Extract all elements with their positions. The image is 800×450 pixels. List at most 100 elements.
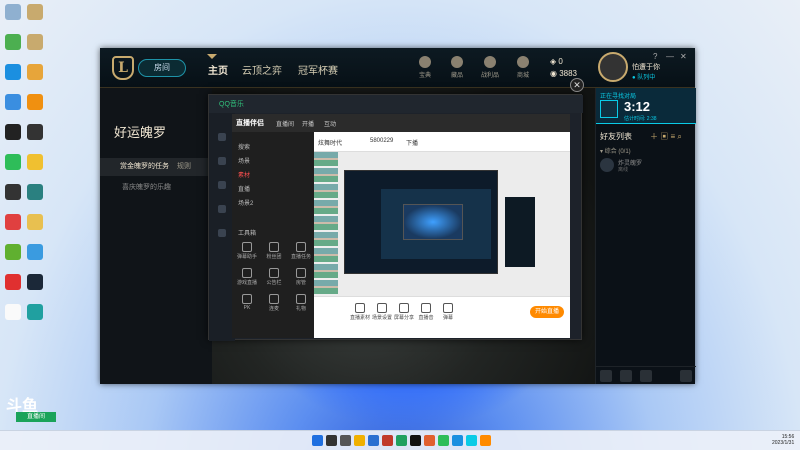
live-nav-room[interactable]: 直播间 xyxy=(276,119,294,128)
stream-preview[interactable] xyxy=(344,170,535,274)
tool-label: 公告栏 xyxy=(266,280,282,286)
event-item-festive[interactable]: 喜庆魄罗的乐趣 xyxy=(122,182,171,192)
tab-tft[interactable]: 云顶之弈 xyxy=(242,62,282,77)
event-rules-link[interactable]: 规则 xyxy=(177,163,191,170)
play-button[interactable]: 房间 xyxy=(138,59,186,77)
live-tab[interactable]: 炫舞时代 xyxy=(318,138,342,147)
loot-button[interactable]: 战利品 xyxy=(478,56,502,79)
footer-button[interactable]: 场景设置 xyxy=(370,303,394,321)
tool-button[interactable]: PK xyxy=(234,294,260,311)
desktop-icon[interactable] xyxy=(22,244,48,260)
close-icon[interactable]: ✕ xyxy=(570,78,584,92)
taskbar-app-icon[interactable] xyxy=(382,435,393,446)
friend-list-item[interactable]: 炸灵魄罗 离线 xyxy=(600,158,692,176)
live-logo: 直播伴侣 xyxy=(236,120,264,127)
footer-button[interactable]: 屏幕分享 xyxy=(392,303,416,321)
live-tab[interactable]: 5800229 xyxy=(370,138,393,144)
desktop-icon[interactable] xyxy=(22,214,48,230)
live-header: 直播伴侣 直播间 开播 互动 xyxy=(232,114,570,132)
league-logo-icon[interactable]: L xyxy=(112,56,134,80)
live-left-item[interactable]: 场景 xyxy=(238,156,250,165)
live-footer: 开始直播 直播素材 场景设置 屏幕分享 直播音 弹幕 xyxy=(314,296,570,338)
tab-home[interactable]: 主页 xyxy=(208,62,228,77)
desktop-icon[interactable] xyxy=(22,94,48,110)
add-friend-icon[interactable]: ＋ ▣ ≡ ⌕ xyxy=(650,131,682,142)
library-icon[interactable] xyxy=(218,229,226,237)
music-icon[interactable] xyxy=(218,157,226,165)
app-icon xyxy=(5,214,21,230)
start-live-button[interactable]: 开始直播 xyxy=(530,306,564,318)
footer-button[interactable]: 弹幕 xyxy=(436,303,460,321)
taskbar-app-icon[interactable] xyxy=(340,435,351,446)
chat-icon[interactable] xyxy=(600,370,612,382)
taskbar-app-icon[interactable] xyxy=(368,435,379,446)
tool-button[interactable]: 游戏直播 xyxy=(234,268,260,286)
collection-label: 藏品 xyxy=(450,73,463,79)
friends-group-general[interactable]: ▾ 综合 (0/1) xyxy=(600,146,631,155)
tool-button[interactable]: 弹幕助手 xyxy=(234,242,260,260)
taskbar-app-icon[interactable] xyxy=(438,435,449,446)
taskbar-app-icon[interactable] xyxy=(466,435,477,446)
voice-icon[interactable] xyxy=(640,370,652,382)
live-left-item[interactable]: 直播 xyxy=(238,184,250,193)
tool-button[interactable]: 粉丝团 xyxy=(261,242,287,260)
radio-icon[interactable] xyxy=(218,205,226,213)
desktop-icon[interactable] xyxy=(22,154,48,170)
tool-icon xyxy=(242,242,252,252)
scene-thumbnails[interactable] xyxy=(314,152,338,296)
live-left-item[interactable]: 场景2 xyxy=(238,198,253,207)
desktop-icon[interactable] xyxy=(22,124,48,140)
rp-balance[interactable]: ◈ 0 xyxy=(550,57,563,66)
desktop-icon[interactable] xyxy=(22,304,48,320)
missions-icon[interactable] xyxy=(620,370,632,382)
minimize-button[interactable]: — xyxy=(666,52,674,61)
tool-button[interactable]: 直播任务 xyxy=(288,242,314,260)
queue-status[interactable]: 正在寻找对局 3:12 估计时间: 2:38 xyxy=(596,88,696,124)
event-title: 好运魄罗 xyxy=(114,125,167,140)
close-button[interactable]: ✕ xyxy=(680,52,687,61)
collection-button[interactable]: 藏品 xyxy=(445,56,469,79)
report-icon[interactable] xyxy=(680,370,692,382)
tool-button[interactable]: 连麦 xyxy=(261,294,287,312)
avatar[interactable] xyxy=(598,52,628,82)
taskbar-clock[interactable]: 15:56 2023/1/31 xyxy=(772,434,794,446)
footer-icon xyxy=(399,303,409,313)
tool-button[interactable]: 公告栏 xyxy=(261,268,287,286)
be-balance[interactable]: ◉ 3883 xyxy=(550,69,577,78)
desktop-icon[interactable] xyxy=(22,274,48,290)
live-tab[interactable]: 下播 xyxy=(406,138,418,147)
taskbar-app-icon[interactable] xyxy=(312,435,323,446)
taskbar-app-icon[interactable] xyxy=(410,435,421,446)
taskbar-app-icon[interactable] xyxy=(452,435,463,446)
footer-icon xyxy=(377,303,387,313)
tab-clash[interactable]: 冠军杯赛 xyxy=(298,62,338,77)
desktop-icon[interactable] xyxy=(22,4,48,20)
client-topbar: L 房间 主页 云顶之弈 冠军杯赛 宝典 藏品 战利品 商城 ◈ 0 ◉ 388… xyxy=(100,48,695,88)
live-nav-start[interactable]: 开播 xyxy=(302,119,314,128)
taskbar-app-icon[interactable] xyxy=(354,435,365,446)
taskbar-app-icon[interactable] xyxy=(396,435,407,446)
event-item-bounty[interactable]: 赏金魄罗的任务 规则 xyxy=(100,158,212,176)
live-left-item[interactable]: 素材 xyxy=(238,170,250,179)
live-left-item[interactable]: 搜索 xyxy=(238,142,250,151)
tool-button[interactable]: 房管 xyxy=(288,268,314,286)
friend-avatar xyxy=(600,158,614,172)
desktop-icon[interactable] xyxy=(22,184,48,200)
footer-button[interactable]: 直播音 xyxy=(414,303,438,321)
desktop-icon[interactable] xyxy=(22,64,48,80)
footer-button[interactable]: 直播素材 xyxy=(348,303,372,321)
watermark-text: 直播间 xyxy=(16,412,56,422)
taskbar-app-icon[interactable] xyxy=(424,435,435,446)
store-button[interactable]: 商城 xyxy=(511,56,535,79)
video-icon[interactable] xyxy=(218,181,226,189)
taskbar-app-icon[interactable] xyxy=(480,435,491,446)
collection-book-button[interactable]: 宝典 xyxy=(413,56,437,79)
live-nav-interact[interactable]: 互动 xyxy=(324,119,336,128)
clock-date: 2023/1/31 xyxy=(772,440,795,446)
nested-preview xyxy=(381,189,491,259)
taskbar-app-icon[interactable] xyxy=(326,435,337,446)
tool-button[interactable]: 礼物 xyxy=(288,294,314,312)
desktop-icon[interactable] xyxy=(22,34,48,50)
home-icon[interactable] xyxy=(218,133,226,141)
help-button[interactable]: ? xyxy=(653,52,657,61)
